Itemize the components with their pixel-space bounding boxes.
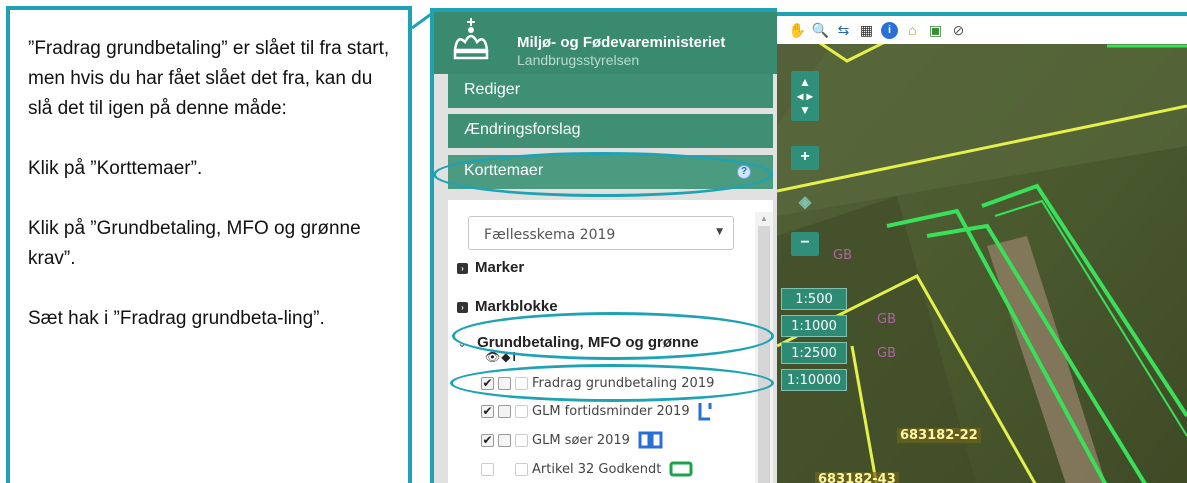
info-small-icon[interactable]: i [512,350,515,364]
parcel-label: 683182-22 [897,428,981,443]
side-panel: Miljø- og Fødevareministeriet Landbrugss… [430,8,777,483]
info-icon[interactable]: i [881,21,898,39]
map-toolbar: ✋ 🔍 ⇆ ▦ i ⌂ ▣ ⊘ [777,16,1187,44]
layer-row-artikel-32: Artikel 32 Godkendt [481,459,693,479]
menu-rediger[interactable]: Rediger [448,74,773,108]
scale-button[interactable]: 1:500 [781,288,847,310]
group-marker[interactable]: › Marker [457,259,524,276]
home-icon[interactable]: ⌂ [904,22,921,39]
legend-swatch-icon [698,403,712,421]
layer-select-checkbox[interactable] [498,404,511,418]
zoom-icon[interactable]: 🔍 [812,22,829,39]
measure-icon[interactable]: ⇆ [835,22,852,39]
map-view[interactable]: ✋ 🔍 ⇆ ▦ i ⌂ ▣ ⊘ ▲ ◂ ▸ ▼ + ◈ − 1:500 1:1000… [777,12,1187,483]
group-marker-label: Marker [475,259,525,276]
layer-row-fradrag: ✔ Fradrag grundbetaling 2019 [481,373,714,393]
group-markblokke-label: Markblokke [475,298,558,315]
instruction-intro: ”Fradrag grundbetaling” er slået til fra… [28,38,390,119]
crown-logo-icon [453,18,489,60]
clear-icon[interactable]: ⊘ [950,22,967,39]
map-icon[interactable]: ▣ [927,22,944,39]
legend-swatch-icon [669,461,693,477]
layer-row-glm-fortidsminder: ✔ GLM fortidsminder 2019 [481,401,712,421]
layer-scrollbar[interactable]: ▲ [755,212,773,483]
menu-korttemaer-label: Korttemaer [464,162,544,179]
zoom-out-button[interactable]: − [791,232,819,256]
scroll-up-icon[interactable]: ▲ [760,214,768,223]
pan-control[interactable]: ▲ ◂ ▸ ▼ [791,71,819,121]
menu-rediger-label: Rediger [464,81,521,98]
instruction-step-1: Klik på ”Korttemaer”. [28,158,203,179]
pan-hand-icon[interactable]: ✋ [789,22,806,39]
brand-subtitle: Landbrugsstyrelsen [517,52,640,68]
scrollbar-thumb[interactable] [758,226,770,483]
map-label: GB [877,346,896,361]
layer-select-checkbox[interactable] [498,433,511,447]
parcel-label: 683182-43 [815,472,899,483]
scheme-select[interactable]: Fællesskema 2019 ▼ [468,216,734,250]
layer-list: Fællesskema 2019 ▼ ▲ › Marker › Markblokke… [448,200,773,483]
scheme-select-value: Fællesskema 2019 [484,227,616,243]
chevron-down-icon: ▼ [716,227,723,237]
layer-visible-checkbox[interactable]: ✔ [481,433,494,447]
layer-label-checkbox[interactable] [515,462,528,476]
layer-visible-checkbox[interactable] [481,462,494,476]
layer-visible-checkbox[interactable]: ✔ [481,376,494,390]
instruction-step-2: Klik på ”Grundbetaling, MFO og grønne kr… [28,218,361,269]
legend-swatch-icon [638,431,663,449]
layer-select-checkbox[interactable] [498,376,511,390]
group-grundbetaling-label: Grundbetaling, MFO og grønne [477,334,699,351]
layer-label: GLM fortidsminder 2019 [532,403,690,419]
group-grundbetaling[interactable]: ⌄ Grundbetaling, MFO og grønne [457,334,699,351]
layer-label: Artikel 32 Godkendt [532,461,662,477]
help-icon[interactable]: ? [737,165,751,179]
expand-icon: › [457,302,468,313]
menu-aendringsforslag-label: Ændringsforslag [464,121,581,138]
layer-tools: 👁◆ i [485,350,516,364]
chevron-down-icon: ⌄ [457,336,468,350]
menu-korttemaer[interactable]: Korttemaer ? [448,155,773,189]
brand-title: Miljø- og Fødevareministeriet [517,34,726,51]
map-label: GB [833,248,852,263]
zoom-in-button[interactable]: + [791,146,819,170]
layer-label: GLM søer 2019 [532,432,630,448]
layer-label: Fradrag grundbetaling 2019 [532,375,715,391]
menu-aendringsforslag[interactable]: Ændringsforslag [448,114,773,148]
layers-icon[interactable]: ▦ [858,22,875,39]
scale-button[interactable]: 1:2500 [781,342,847,364]
scale-button[interactable]: 1:10000 [781,369,847,391]
instruction-step-3: Sæt hak i ”Fradrag grundbeta-ling”. [28,308,325,329]
eye-icon[interactable]: 👁 [485,350,500,364]
layer-label-checkbox[interactable] [515,404,528,418]
map-label: GB [877,312,896,327]
layer-label-checkbox[interactable] [515,376,528,390]
layer-visible-checkbox[interactable]: ✔ [481,404,494,418]
tag-icon[interactable]: ◆ [501,350,510,364]
group-markblokke[interactable]: › Markblokke [457,298,558,315]
zoom-slider-icon[interactable]: ◈ [791,192,819,216]
expand-icon: › [457,263,468,274]
instruction-callout: ”Fradrag grundbetaling” er slået til fra… [6,6,412,483]
scale-button[interactable]: 1:1000 [781,315,847,337]
layer-row-glm-soer: ✔ GLM søer 2019 [481,430,664,450]
layer-label-checkbox[interactable] [515,433,528,447]
brand-header: Miljø- og Fødevareministeriet Landbrugss… [434,12,777,74]
